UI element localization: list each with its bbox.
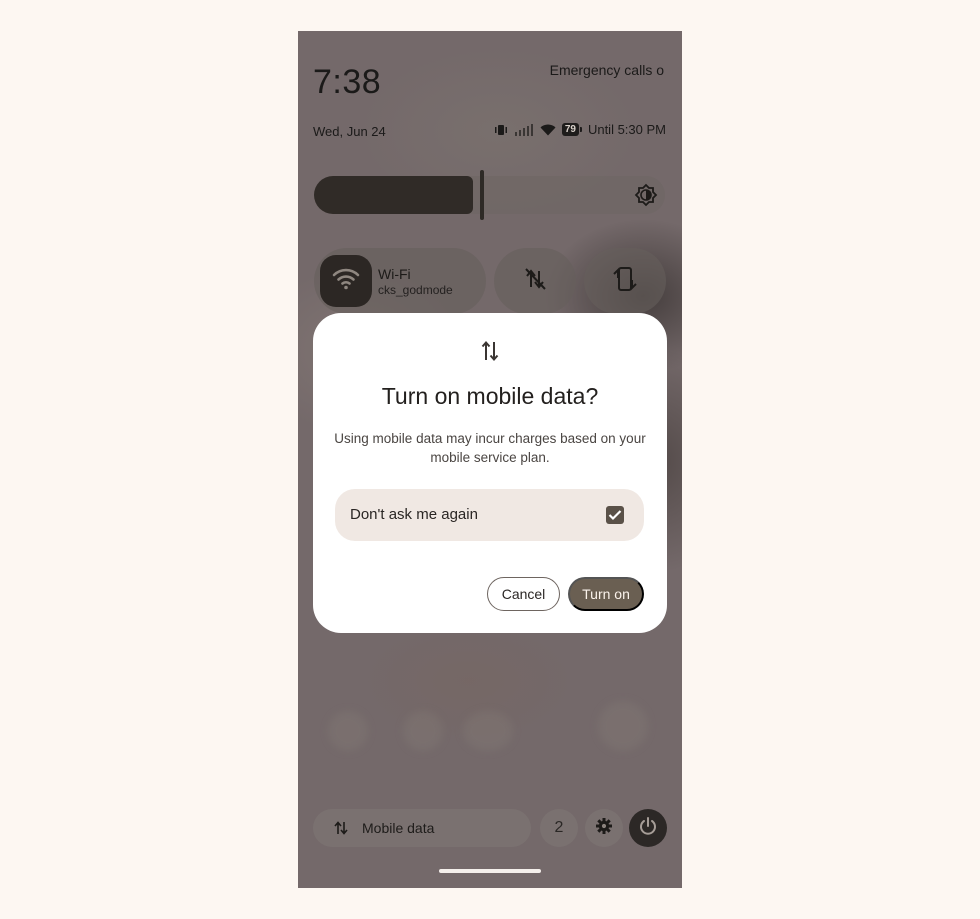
blurred-tile: [463, 711, 513, 751]
power-button[interactable]: [629, 809, 667, 847]
wifi-status-icon: [540, 124, 556, 136]
clock: 7:38: [313, 63, 382, 101]
dont-ask-again-row[interactable]: Don't ask me again: [335, 489, 644, 541]
home-indicator[interactable]: [439, 869, 541, 873]
dialog-title: Turn on mobile data?: [381, 383, 599, 409]
gear-icon: [595, 817, 613, 840]
brightness-handle[interactable]: [480, 170, 484, 220]
brightness-fill: [314, 176, 473, 214]
settings-button[interactable]: [585, 809, 623, 847]
wifi-tile-icon-box: [320, 255, 372, 307]
power-icon: [638, 816, 658, 841]
wifi-tile-network: cks_godmode: [378, 283, 453, 297]
checkmark-icon: [608, 510, 622, 521]
mobile-data-dialog: Turn on mobile data? Using mobile data m…: [313, 313, 667, 633]
mobile-data-label: Mobile data: [362, 820, 435, 836]
dont-ask-again-checkbox[interactable]: [606, 506, 624, 524]
quick-settings-footer: Mobile data 2: [298, 809, 682, 849]
emergency-calls-text: Emergency calls o: [549, 62, 664, 78]
wifi-tile-title: Wi-Fi: [378, 266, 411, 282]
data-arrows-icon: [333, 820, 349, 841]
turn-on-button[interactable]: Turn on: [568, 577, 644, 611]
signal-icon: [514, 123, 534, 136]
blurred-tile: [598, 701, 648, 751]
mobile-data-off-icon: [522, 266, 548, 297]
cancel-button[interactable]: Cancel: [487, 577, 560, 611]
date: Wed, Jun 24: [313, 124, 386, 139]
brightness-icon: [634, 183, 658, 212]
dont-ask-again-label: Don't ask me again: [350, 506, 478, 523]
battery-level: 79: [561, 123, 583, 136]
auto-rotate-icon: [612, 265, 638, 298]
tile-wifi[interactable]: Wi-Fi cks_godmode: [314, 248, 486, 314]
blurred-tile: [403, 711, 443, 751]
mobile-data-button[interactable]: Mobile data: [313, 809, 531, 847]
blurred-tile: [328, 711, 368, 751]
dialog-body: Using mobile data may incur charges base…: [334, 431, 646, 465]
brightness-slider[interactable]: [314, 170, 665, 220]
battery-until: Until 5:30 PM: [587, 122, 666, 137]
wifi-icon: [332, 268, 360, 295]
vibrate-icon: [494, 124, 508, 136]
mobile-data-icon: [480, 339, 500, 368]
tile-auto-rotate[interactable]: [584, 248, 666, 314]
status-icons: 79 Until 5:30 PM: [494, 122, 666, 137]
users-button[interactable]: 2: [540, 809, 578, 847]
tile-mobile-data-off[interactable]: [494, 248, 576, 314]
